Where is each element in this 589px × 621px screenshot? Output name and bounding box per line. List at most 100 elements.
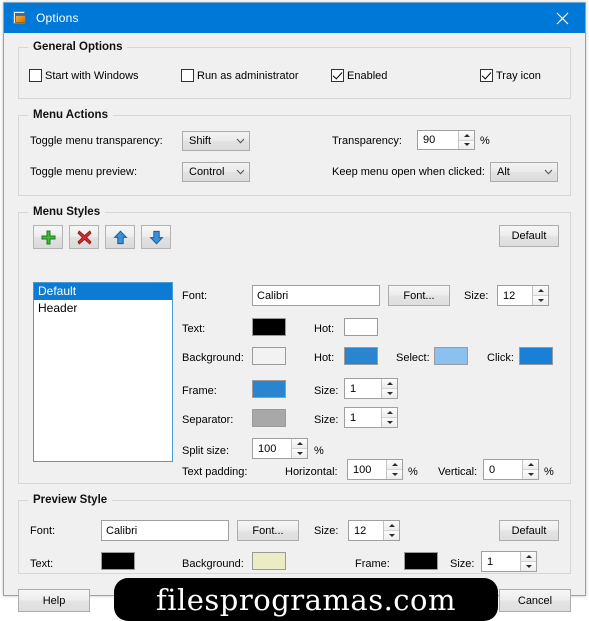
stepper-down-icon[interactable] [292,449,307,458]
list-item[interactable]: Default [34,283,172,300]
stepper-buttons[interactable] [522,460,538,479]
options-dialog-window: Options General Options Start with Windo… [3,2,586,621]
menu-actions-title: Menu Actions [28,109,113,121]
checkbox-run-as-administrator[interactable]: Run as administrator [181,69,299,82]
checkbox-label: Start with Windows [45,69,139,82]
style-padding-vertical-unit: % [544,466,554,478]
stepper-buttons[interactable] [381,379,397,398]
style-text-padding-label: Text padding: [182,466,248,478]
style-text-color-swatch[interactable] [252,318,286,336]
chevron-down-icon [231,169,249,175]
stepper-down-icon[interactable] [523,470,538,479]
toggle-preview-dropdown[interactable]: Control [182,162,250,182]
style-split-size-stepper[interactable]: 100 [252,438,308,459]
stepper-buttons[interactable] [291,439,307,458]
style-font-picker-button[interactable]: Font... [388,285,450,306]
preview-frame-size-label: Size: [450,558,475,570]
add-style-button[interactable] [33,225,63,249]
stepper-down-icon[interactable] [459,140,474,149]
stepper-up-icon[interactable] [292,439,307,449]
close-icon[interactable] [539,3,585,33]
style-background-hot-color-swatch[interactable] [344,347,378,365]
transparency-label: Transparency: [332,135,402,147]
stepper-buttons[interactable] [383,521,399,540]
style-text-hot-color-swatch[interactable] [344,318,378,336]
menu-styles-default-button[interactable]: Default [499,225,559,247]
stepper-up-icon[interactable] [382,379,397,389]
stepper-down-icon[interactable] [533,296,548,305]
style-background-color-swatch[interactable] [252,347,286,365]
checkbox-box [331,69,344,82]
style-text-label: Text: [182,323,206,335]
preview-text-color-swatch[interactable] [101,552,135,570]
stepper-down-icon[interactable] [382,418,397,427]
style-padding-vertical-stepper[interactable]: 0 [483,459,539,480]
delete-style-button[interactable] [69,225,99,249]
move-style-up-button[interactable] [105,225,135,249]
stepper-buttons[interactable] [532,286,548,305]
stepper-up-icon[interactable] [382,408,397,418]
move-style-down-button[interactable] [141,225,171,249]
checkbox-start-with-windows[interactable]: Start with Windows [29,69,139,82]
keep-menu-open-dropdown[interactable]: Alt [490,162,558,182]
stepper-value: 90 [423,134,436,146]
stepper-value: 12 [503,289,516,302]
style-separator-size-stepper[interactable]: 1 [344,407,398,428]
preview-background-color-swatch[interactable] [252,552,286,570]
stepper-value: 1 [350,382,357,395]
stepper-buttons[interactable] [458,131,474,149]
stepper-buttons[interactable] [381,408,397,427]
style-padding-horizontal-stepper[interactable]: 100 [347,459,403,480]
toggle-preview-label: Toggle menu preview: [30,166,138,178]
stepper-up-icon[interactable] [533,286,548,296]
stepper-up-icon[interactable] [521,552,536,562]
transparency-unit: % [480,135,490,147]
preview-style-default-button[interactable]: Default [499,520,559,541]
style-font-size-label: Size: [464,290,489,302]
stepper-down-icon[interactable] [387,470,402,479]
preview-frame-color-swatch[interactable] [404,552,438,570]
style-split-size-unit: % [314,445,324,457]
stepper-up-icon[interactable] [384,521,399,531]
checkbox-enabled[interactable]: Enabled [331,69,387,82]
style-font-label: Font: [182,290,208,302]
stepper-value: 100 [353,463,372,476]
menu-styles-list[interactable]: Default Header [33,282,173,462]
preview-font-size-stepper[interactable]: 12 [348,520,400,541]
style-background-hot-label: Hot: [314,352,335,364]
list-item[interactable]: Header [34,300,172,317]
style-frame-size-stepper[interactable]: 1 [344,378,398,399]
style-font-input[interactable]: Calibri [252,285,380,306]
style-background-click-color-swatch[interactable] [519,347,553,365]
checkbox-label: Run as administrator [197,69,299,82]
style-font-size-stepper[interactable]: 12 [497,285,549,306]
style-frame-color-swatch[interactable] [252,380,286,398]
title-bar: Options [4,3,585,33]
preview-frame-size-stepper[interactable]: 1 [481,551,537,572]
cancel-button[interactable]: Cancel [499,589,571,612]
stepper-buttons[interactable] [520,552,536,571]
preview-background-label: Background: [182,558,244,570]
stepper-up-icon[interactable] [523,460,538,470]
preview-font-input[interactable]: Calibri [101,520,229,541]
checkbox-label: Tray icon [496,69,541,82]
style-background-select-color-swatch[interactable] [434,347,468,365]
dropdown-value: Control [189,166,225,178]
stepper-down-icon[interactable] [384,531,399,540]
stepper-buttons[interactable] [386,460,402,479]
stepper-up-icon[interactable] [387,460,402,470]
style-padding-horizontal-unit: % [408,466,418,478]
style-text-hot-label: Hot: [314,323,335,335]
stepper-down-icon[interactable] [382,389,397,398]
transparency-stepper[interactable]: 90 [417,130,475,150]
toggle-transparency-dropdown[interactable]: Shift [182,131,250,151]
checkbox-box [480,69,493,82]
stepper-up-icon[interactable] [459,131,474,141]
style-padding-horizontal-label: Horizontal: [285,466,338,478]
checkbox-tray-icon[interactable]: Tray icon [480,69,541,82]
help-button[interactable]: Help [18,589,90,612]
stepper-down-icon[interactable] [521,562,536,571]
preview-font-picker-button[interactable]: Font... [237,520,299,541]
preview-frame-label: Frame: [355,558,390,570]
style-separator-color-swatch[interactable] [252,409,286,427]
